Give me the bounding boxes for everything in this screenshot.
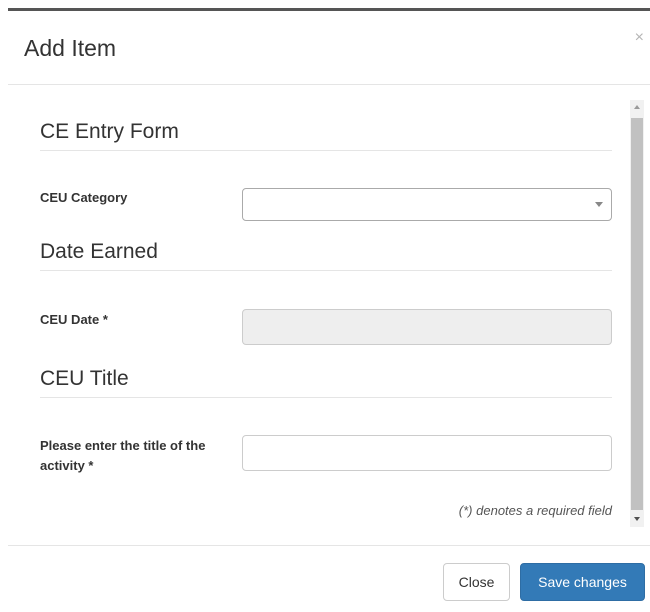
save-changes-button[interactable]: Save changes	[520, 563, 645, 601]
scroll-up-arrow-icon[interactable]	[630, 100, 644, 116]
caret-down-icon	[595, 202, 603, 207]
activity-title-input[interactable]	[242, 435, 612, 471]
ceu-category-select[interactable]	[242, 188, 612, 221]
section-title-ce-entry-form: CE Entry Form	[40, 120, 612, 151]
section-title-ceu-title: CEU Title	[40, 367, 612, 398]
form-content: CE Entry Form CEU Category Date Earned C…	[8, 86, 626, 545]
close-button[interactable]: Close	[443, 563, 510, 601]
modal-title: Add Item	[24, 35, 117, 61]
modal-footer: Close Save changes	[8, 545, 650, 612]
activity-title-label: Please enter the title of the activity *	[40, 438, 206, 473]
modal-header: Add Item ×	[8, 11, 650, 85]
ceu-date-input[interactable]	[242, 309, 612, 345]
ceu-date-label: CEU Date *	[40, 312, 108, 327]
scroll-down-arrow-icon[interactable]	[630, 511, 644, 527]
section-title-date-earned: Date Earned	[40, 240, 612, 271]
ceu-category-label: CEU Category	[40, 190, 128, 205]
scrollbar-thumb[interactable]	[631, 118, 643, 510]
required-field-note: (*) denotes a required field	[458, 503, 612, 518]
modal-body: CE Entry Form CEU Category Date Earned C…	[8, 86, 650, 545]
add-item-modal: Add Item × CE Entry Form CEU Category Da…	[0, 0, 650, 612]
body-scrollbar[interactable]	[630, 100, 644, 527]
close-icon[interactable]: ×	[635, 29, 644, 47]
